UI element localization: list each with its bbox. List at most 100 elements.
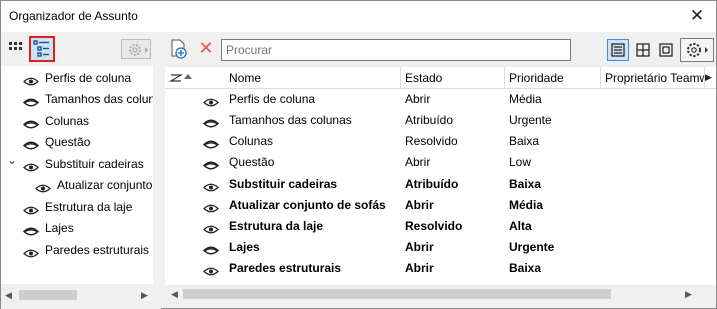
column-header-state[interactable]: Estado — [401, 67, 505, 89]
column-header-owner[interactable]: Proprietário Teamw — [601, 67, 705, 89]
eye-open-icon[interactable] — [23, 159, 39, 172]
table-row[interactable]: Lajes Abrir Urgente — [165, 237, 716, 258]
hierarchy-list-icon[interactable] — [29, 36, 55, 62]
table-header: Nome Estado Prioridade Proprietário Team… — [165, 67, 716, 89]
eye-open-icon[interactable] — [203, 200, 219, 213]
tree-item[interactable]: Lajes — [22, 218, 153, 239]
window-title: Organizador de Assunto — [9, 9, 138, 23]
left-pane: Perfis de coluna Tamanhos das coluna Colun… — [1, 32, 161, 309]
row-priority: Low — [509, 155, 532, 169]
table-horizontal-scrollbar[interactable]: ◀ ▶ — [165, 285, 716, 303]
right-pane: ✕ Procurar Nome Estado Prioridade Propri… — [165, 32, 716, 309]
eye-closed-icon[interactable] — [202, 136, 220, 149]
grid-view-icon[interactable] — [7, 38, 27, 58]
scrollbar-thumb[interactable] — [183, 289, 611, 299]
gear-icon[interactable] — [121, 39, 151, 59]
eye-closed-icon[interactable] — [202, 242, 220, 255]
table-row[interactable]: Atualizar conjunto de sofás Abrir Média — [165, 195, 716, 216]
row-priority: Baixa — [509, 134, 540, 148]
tree-item[interactable]: Perfis de coluna — [23, 68, 153, 89]
row-name: Lajes — [229, 240, 260, 254]
titlebar: Organizador de Assunto ✕ — [1, 1, 716, 32]
table-row[interactable]: Questão Abrir Low — [165, 152, 716, 173]
tree-horizontal-scrollbar[interactable]: ◀ ▶ — [1, 286, 153, 303]
tree-item[interactable]: Tamanhos das coluna — [22, 89, 153, 110]
tree-item[interactable]: Atualizar conjunto — [35, 175, 153, 196]
row-state: Resolvido — [405, 219, 463, 233]
eye-closed-icon[interactable] — [202, 115, 220, 128]
tree-item[interactable]: Paredes estruturais — [23, 240, 153, 261]
eye-open-icon[interactable] — [203, 263, 219, 276]
row-priority: Baixa — [509, 177, 542, 191]
search-input[interactable] — [221, 39, 571, 61]
row-priority: Média — [509, 198, 544, 212]
issue-tree: Perfis de coluna Tamanhos das coluna Colun… — [1, 66, 153, 284]
row-state: Atribuído — [405, 177, 459, 191]
chevron-down-icon[interactable]: ⌄ — [7, 150, 17, 171]
tree-vertical-scrollbar[interactable] — [153, 66, 161, 303]
tree-item-label: Colunas — [45, 114, 90, 128]
row-state: Resolvido — [405, 134, 458, 148]
grid-view-icon[interactable] — [632, 39, 654, 61]
table-row[interactable]: Estrutura da laje Resolvido Alta — [165, 216, 716, 237]
row-name: Tamanhos das colunas — [229, 113, 352, 127]
row-state: Abrir — [405, 92, 431, 106]
table-row[interactable]: Colunas Resolvido Baixa — [165, 131, 716, 152]
close-button[interactable]: ✕ — [686, 5, 708, 27]
eye-closed-icon[interactable] — [22, 116, 40, 129]
row-name: Perfis de coluna — [229, 92, 316, 106]
scroll-left-icon[interactable]: ◀ — [5, 286, 12, 304]
scroll-right-icon[interactable]: ▶ — [685, 285, 692, 303]
left-toolbar — [1, 32, 161, 66]
row-name: Colunas — [229, 134, 274, 148]
tree-item-label: Tamanhos das coluna — [45, 92, 153, 106]
delete-icon[interactable]: ✕ — [195, 36, 217, 60]
tree-item[interactable]: ⌄ Substituir cadeiras — [7, 153, 153, 175]
table-row[interactable]: Substituir cadeiras Atribuído Baixa — [165, 174, 716, 195]
row-state: Abrir — [405, 240, 434, 254]
add-issue-icon[interactable] — [169, 38, 189, 60]
scrollbar-thumb[interactable] — [19, 290, 77, 300]
eye-open-icon[interactable] — [23, 73, 39, 86]
eye-closed-icon[interactable] — [202, 157, 220, 170]
single-view-icon[interactable] — [655, 39, 677, 61]
eye-open-icon[interactable] — [23, 245, 39, 258]
column-header-priority[interactable]: Prioridade — [505, 67, 601, 89]
eye-closed-icon[interactable] — [22, 137, 40, 150]
tree-item[interactable]: Questão — [22, 132, 153, 153]
right-toolbar: ✕ — [165, 32, 716, 66]
table-row[interactable]: Tamanhos das colunas Atribuído Urgente — [165, 110, 716, 131]
table-row[interactable]: Paredes estruturais Abrir Baixa — [165, 258, 716, 279]
eye-open-icon[interactable] — [203, 94, 219, 107]
eye-open-icon[interactable] — [203, 221, 219, 234]
row-priority: Urgente — [509, 240, 555, 254]
row-state: Abrir — [405, 198, 434, 212]
row-name: Questão — [229, 155, 275, 169]
eye-open-icon[interactable] — [35, 180, 51, 193]
eye-closed-icon[interactable] — [22, 94, 40, 107]
issues-table: Nome Estado Prioridade Proprietário Team… — [165, 67, 716, 285]
row-state: Atribuído — [405, 113, 454, 127]
eye-open-icon[interactable] — [23, 202, 39, 215]
eye-sort-icon[interactable] — [165, 67, 201, 89]
tree-item-label: Estrutura da laje — [45, 200, 133, 214]
row-name: Substituir cadeiras — [229, 177, 338, 191]
row-priority: Urgente — [509, 113, 552, 127]
row-state: Abrir — [405, 155, 431, 169]
eye-open-icon[interactable] — [203, 179, 219, 192]
row-state: Abrir — [405, 261, 434, 275]
eye-closed-icon[interactable] — [22, 223, 40, 236]
table-row[interactable]: Perfis de coluna Abrir Média — [165, 89, 716, 110]
gear-icon[interactable] — [680, 38, 714, 62]
scroll-left-icon[interactable]: ◀ — [171, 285, 178, 303]
tree-item[interactable]: Estrutura da laje — [23, 197, 153, 218]
scroll-right-icon[interactable]: ▶ — [141, 286, 148, 304]
row-priority: Baixa — [509, 261, 542, 275]
tree-item[interactable]: Colunas — [22, 111, 153, 132]
list-view-icon[interactable] — [607, 39, 629, 61]
tree-item-label: Questão — [45, 135, 91, 149]
column-header-name[interactable]: Nome — [225, 67, 401, 89]
tree-item-label: Paredes estruturais — [45, 243, 150, 257]
header-scroll-right-icon[interactable]: ▶ — [705, 72, 712, 83]
tree-item-label: Lajes — [45, 221, 74, 235]
